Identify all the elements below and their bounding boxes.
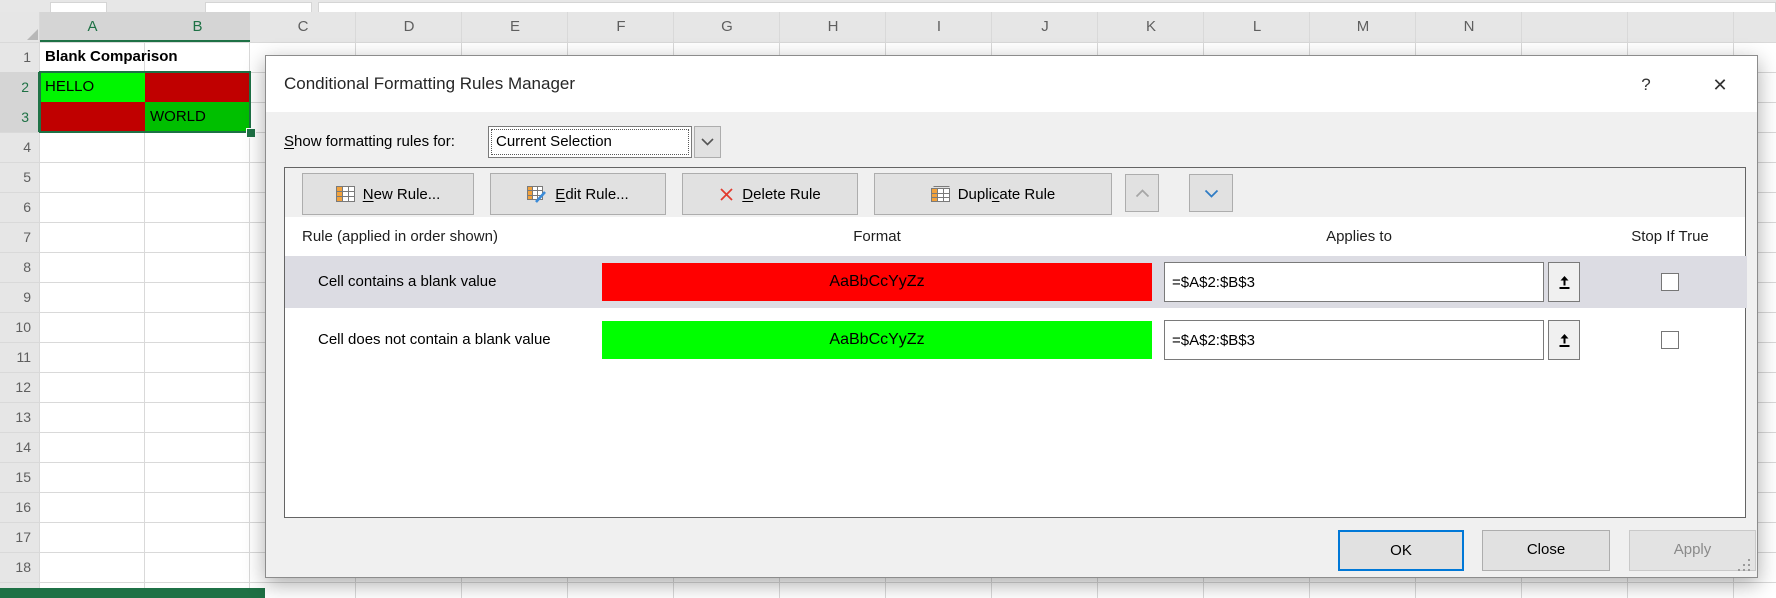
column-header-D[interactable]: D [356, 12, 462, 42]
row-header-5[interactable]: 5 [0, 162, 40, 192]
chevron-down-icon [701, 138, 714, 146]
fill-handle[interactable] [246, 128, 256, 138]
stop-if-true-checkbox[interactable] [1661, 273, 1679, 291]
rule-row-blank[interactable]: Cell contains a blank value AaBbCcYyZz [285, 256, 1747, 308]
column-header-I[interactable]: I [886, 12, 992, 42]
column-header-applies-to: Applies to [1164, 222, 1554, 252]
column-header-blank[interactable] [1522, 12, 1628, 42]
column-header-M[interactable]: M [1310, 12, 1416, 42]
excel-window: ABCDEFGHIJKLMN12345678910111213141516171… [0, 0, 1776, 598]
delete-rule-button[interactable]: Delete Rule [682, 173, 858, 215]
format-preview-swatch: AaBbCcYyZz [602, 263, 1152, 301]
applies-to-input[interactable] [1164, 262, 1544, 302]
grid-hline [0, 42, 1776, 43]
row-header-2[interactable]: 2 [0, 72, 40, 102]
move-rule-up-button[interactable] [1125, 174, 1159, 212]
row-header-17[interactable]: 17 [0, 522, 40, 552]
column-header-C[interactable]: C [250, 12, 356, 42]
row-header-14[interactable]: 14 [0, 432, 40, 462]
row-header-15[interactable]: 15 [0, 462, 40, 492]
column-header-format: Format [602, 222, 1152, 252]
row-header-1[interactable]: 1 [0, 42, 40, 72]
row-header-9[interactable]: 9 [0, 282, 40, 312]
column-header-L[interactable]: L [1204, 12, 1310, 42]
format-preview-swatch: AaBbCcYyZz [602, 321, 1152, 359]
cell-a1[interactable]: Blank Comparison [40, 42, 250, 72]
new-rule-button[interactable]: New Rule... [302, 173, 474, 215]
close-button[interactable]: Close [1482, 530, 1610, 571]
duplicate-rule-table-icon [931, 186, 950, 202]
row-header-3[interactable]: 3 [0, 102, 40, 132]
edit-rule-pencil-icon [527, 186, 547, 203]
row-header-13[interactable]: 13 [0, 402, 40, 432]
column-header-blank[interactable] [1628, 12, 1734, 42]
delete-rule-label: Delete Rule [742, 186, 820, 203]
apply-button[interactable]: Apply [1629, 530, 1756, 571]
column-header-N[interactable]: N [1416, 12, 1522, 42]
column-header-A[interactable]: A [40, 12, 145, 42]
rule-description: Cell contains a blank value [318, 256, 496, 308]
duplicate-rule-label: Duplicate Rule [958, 186, 1056, 203]
formula-bar-sliver [0, 0, 1776, 12]
column-header-B[interactable]: B [145, 12, 250, 42]
select-all-corner[interactable] [27, 29, 38, 40]
dialog-title: Conditional Formatting Rules Manager [284, 56, 575, 112]
combobox-selected-value: Current Selection [491, 129, 689, 155]
combobox-dropdown-button[interactable] [694, 126, 721, 158]
row-header-7[interactable]: 7 [0, 222, 40, 252]
column-header-G[interactable]: G [674, 12, 780, 42]
row-header-11[interactable]: 11 [0, 342, 40, 372]
new-rule-table-icon [336, 186, 355, 202]
edit-rule-button[interactable]: Edit Rule... [490, 173, 666, 215]
row-header-18[interactable]: 18 [0, 552, 40, 582]
rule-row-not-blank[interactable]: Cell does not contain a blank value AaBb… [285, 314, 1747, 366]
stop-if-true-checkbox[interactable] [1661, 331, 1679, 349]
status-bar-sliver [0, 588, 265, 598]
range-picker-button[interactable] [1548, 262, 1580, 302]
rule-description: Cell does not contain a blank value [318, 314, 551, 366]
column-header-J[interactable]: J [992, 12, 1098, 42]
row-header-12[interactable]: 12 [0, 372, 40, 402]
row-header-16[interactable]: 16 [0, 492, 40, 522]
column-header-E[interactable]: E [462, 12, 568, 42]
applies-to-input[interactable] [1164, 320, 1544, 360]
resize-grip[interactable] [1738, 559, 1752, 573]
collapse-dialog-arrow-icon [1557, 333, 1572, 348]
grid-hline [0, 582, 1776, 583]
collapse-dialog-arrow-icon [1557, 275, 1572, 290]
column-header-stop-if-true: Stop If True [1585, 222, 1755, 252]
duplicate-rule-button[interactable]: Duplicate Rule [874, 173, 1112, 215]
column-header-F[interactable]: F [568, 12, 674, 42]
rules-panel: New Rule... Edit Rule... Delete Rule Dup… [284, 167, 1746, 518]
column-header-K[interactable]: K [1098, 12, 1204, 42]
column-header-rule: Rule (applied in order shown) [302, 222, 498, 252]
row-header-8[interactable]: 8 [0, 252, 40, 282]
selection-border [39, 71, 251, 133]
row-header-6[interactable]: 6 [0, 192, 40, 222]
show-rules-label: Show formatting rules for: [284, 133, 455, 150]
close-window-button[interactable]: ✕ [1705, 70, 1735, 100]
move-rule-down-button[interactable] [1189, 174, 1233, 212]
column-header-blank[interactable] [1734, 12, 1776, 42]
row-header-4[interactable]: 4 [0, 132, 40, 162]
edit-rule-label: Edit Rule... [555, 186, 628, 203]
delete-x-icon [719, 187, 734, 202]
conditional-formatting-dialog: Conditional Formatting Rules Manager ? ✕… [265, 55, 1758, 578]
column-header-H[interactable]: H [780, 12, 886, 42]
range-picker-button[interactable] [1548, 320, 1580, 360]
help-button[interactable]: ? [1631, 70, 1661, 100]
chevron-up-icon [1135, 189, 1150, 198]
show-rules-combobox[interactable]: Current Selection [488, 126, 692, 158]
new-rule-label: New Rule... [363, 186, 441, 203]
row-header-10[interactable]: 10 [0, 312, 40, 342]
chevron-down-icon [1204, 189, 1219, 198]
ok-button[interactable]: OK [1338, 530, 1464, 571]
